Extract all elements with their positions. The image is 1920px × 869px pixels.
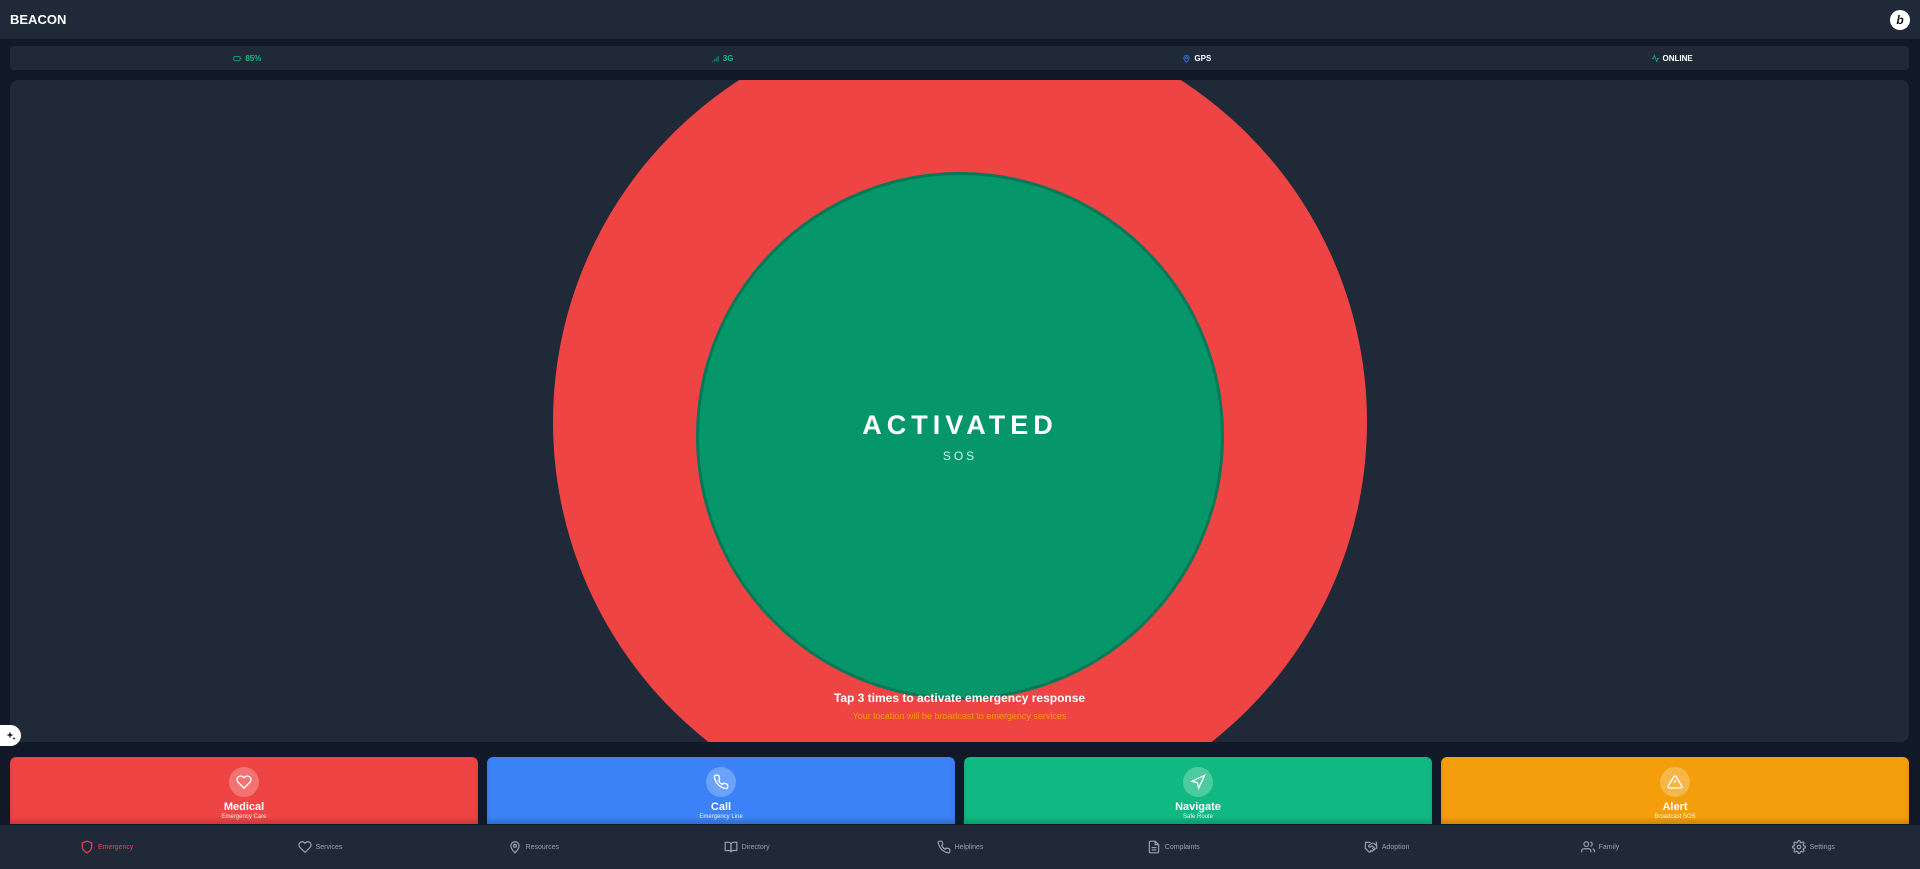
network-label: 3G: [722, 53, 734, 63]
action-label: Navigate: [1175, 801, 1221, 813]
nav-item-directory[interactable]: Directory: [640, 840, 853, 854]
nav-item-emergency[interactable]: Emergency: [0, 840, 213, 854]
nav-label: Resources: [525, 843, 560, 851]
action-sublabel: Emergency Line: [699, 814, 743, 820]
status-bar: 85% 3G GPS ONLINE: [10, 46, 1909, 70]
quick-actions: Medical Emergency Care Call Emergency Li…: [10, 757, 1909, 824]
app-brand: BEACON: [10, 12, 67, 27]
medical-action-button[interactable]: Medical Emergency Care: [10, 757, 478, 824]
action-icon-wrap: [1660, 767, 1690, 797]
battery-label: 85%: [245, 53, 262, 63]
nav-item-family[interactable]: Family: [1493, 840, 1706, 854]
nav-label: Adoption: [1381, 843, 1410, 851]
sos-title: ACTIVATED: [862, 409, 1058, 440]
sparkles-icon: [6, 731, 15, 740]
navigate-action-button[interactable]: Navigate Safe Route: [964, 757, 1432, 824]
connection-label: ONLINE: [1662, 53, 1693, 63]
navigation-icon: [1190, 774, 1206, 790]
sos-button[interactable]: ACTIVATED SOS: [696, 172, 1224, 700]
nav-item-services[interactable]: Services: [213, 840, 426, 854]
sos-hint: Tap 3 times to activate emergency respon…: [833, 691, 1086, 705]
top-bar: BEACON b: [0, 0, 1920, 40]
nav-label: Family: [1598, 843, 1620, 851]
ai-assistant-button[interactable]: [0, 725, 21, 746]
network-status: 3G: [485, 54, 960, 63]
nav-item-complaints[interactable]: Complaints: [1067, 840, 1280, 854]
sos-subtitle: SOS: [942, 448, 978, 463]
phone-icon: [937, 840, 950, 854]
phone-icon: [713, 774, 729, 790]
nav-label: Complaints: [1164, 843, 1200, 851]
gps-label: GPS: [1194, 53, 1212, 63]
action-sublabel: Safe Route: [1182, 814, 1214, 820]
alert-triangle-icon: [1667, 775, 1683, 789]
gear-icon: [1791, 840, 1806, 854]
alert-action-button[interactable]: Alert Broadcast SOS: [1441, 757, 1909, 824]
map-pin-icon: [509, 841, 520, 854]
nav-label: Helplines: [954, 843, 984, 851]
map-pin-icon: [1183, 54, 1190, 63]
shield-icon: [81, 840, 93, 854]
action-label: Medical: [223, 801, 265, 813]
action-sublabel: Broadcast SOS: [1654, 814, 1696, 820]
bottom-nav: Emergency Services Resources Directory H…: [0, 824, 1920, 869]
battery-status: 85%: [10, 54, 485, 63]
book-icon: [724, 841, 738, 853]
gps-status: GPS: [960, 54, 1435, 63]
users-icon: [1580, 841, 1595, 853]
heart-icon: [236, 775, 252, 790]
action-sublabel: Emergency Care: [221, 814, 267, 820]
battery-icon: [233, 55, 242, 61]
action-icon-wrap: [1183, 767, 1213, 797]
nav-item-adoption[interactable]: Adoption: [1280, 840, 1493, 854]
avatar[interactable]: b: [1890, 9, 1910, 30]
signal-icon: [711, 55, 719, 61]
nav-label: Directory: [741, 843, 770, 851]
file-text-icon: [1148, 840, 1160, 854]
action-label: Alert: [1662, 801, 1688, 813]
nav-label: Services: [315, 843, 343, 851]
nav-item-settings[interactable]: Settings: [1707, 840, 1920, 854]
action-label: Call: [710, 801, 732, 813]
handshake-icon: [1364, 841, 1378, 853]
nav-item-helplines[interactable]: Helplines: [853, 840, 1066, 854]
sos-panel: ACTIVATED SOS Tap 3 times to activate em…: [10, 80, 1909, 742]
action-icon-wrap: [706, 767, 736, 797]
call-action-button[interactable]: Call Emergency Line: [487, 757, 955, 824]
activity-icon: [1651, 53, 1659, 63]
nav-item-resources[interactable]: Resources: [427, 840, 640, 854]
sos-hint-sub: Your location will be broadcast to emerg…: [852, 711, 1067, 721]
heart-icon: [297, 841, 312, 854]
action-icon-wrap: [229, 767, 259, 797]
connection-status: ONLINE: [1434, 54, 1909, 63]
nav-label: Emergency: [97, 843, 134, 851]
nav-label: Settings: [1809, 843, 1835, 851]
